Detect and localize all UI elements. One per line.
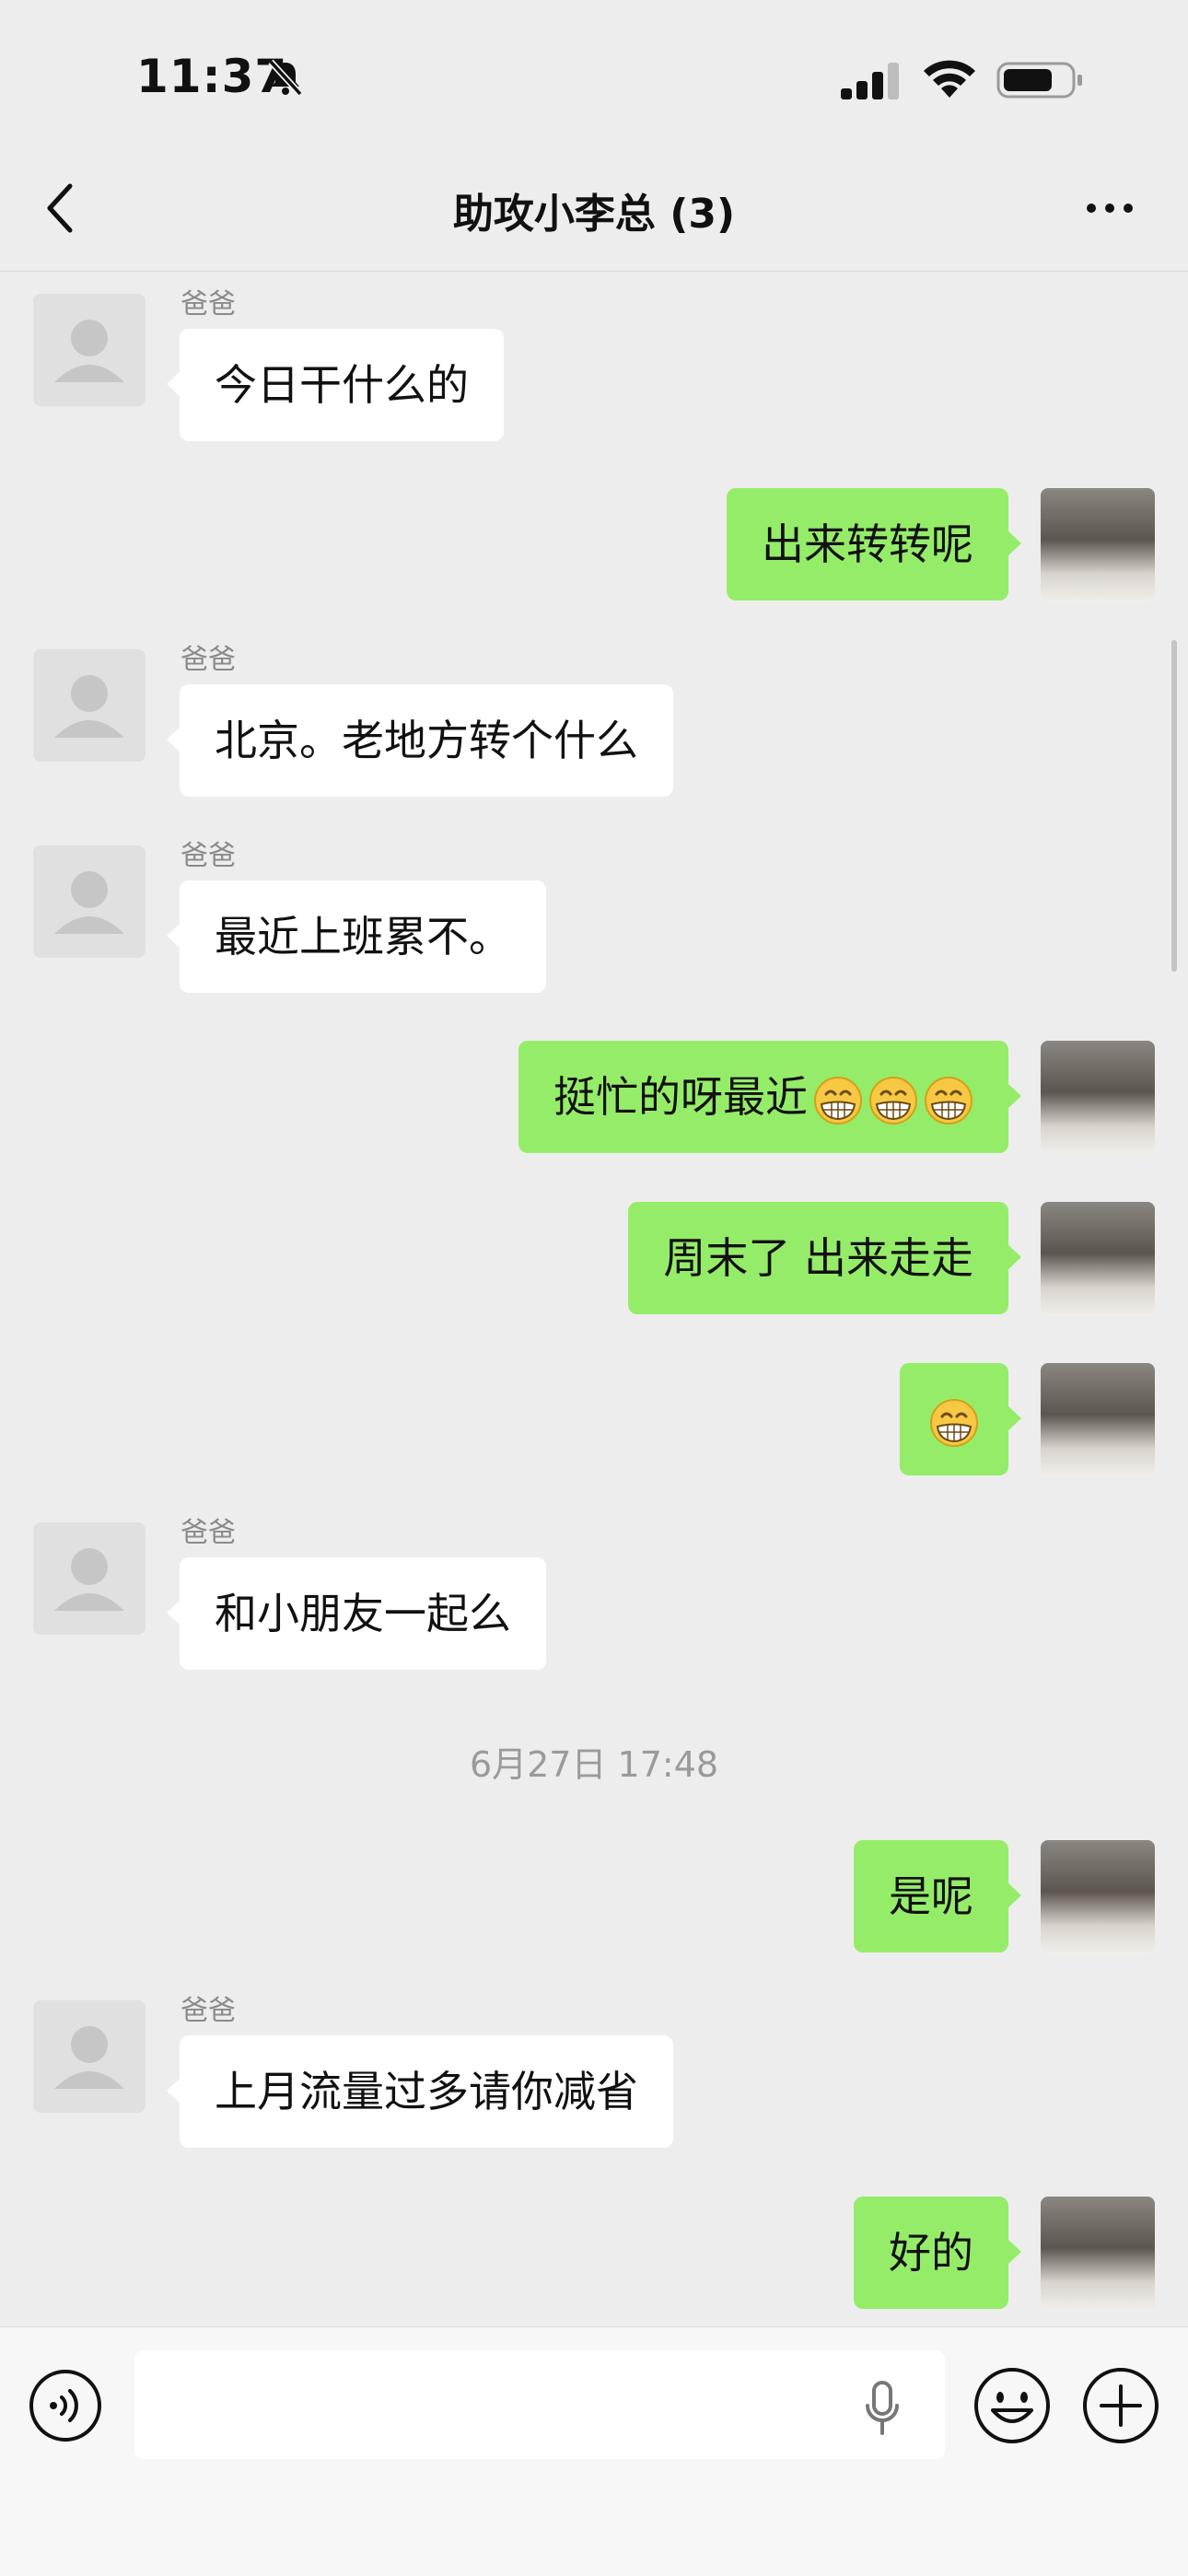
grinning-face-icon — [930, 1398, 978, 1447]
add-icon[interactable] — [1081, 2366, 1160, 2445]
outgoing-message-bubble[interactable]: 挺忙的呀最近 — [518, 1041, 1021, 1153]
bell-muted-icon — [268, 59, 303, 97]
grinning-face-icon — [869, 1076, 917, 1125]
sender-avatar[interactable] — [33, 2000, 146, 2113]
cellular-signal-icon — [841, 63, 899, 99]
outgoing-message-bubble[interactable]: 出来转转呢 — [727, 488, 1021, 600]
message-list[interactable]: 爸爸 今日干什么的 出来转转呢 爸爸 北京。老地方转个什么 爸爸 最近上班累不。… — [0, 272, 1188, 2325]
sender-avatar[interactable] — [33, 845, 146, 958]
chat-title: 助攻小李总 (3) — [452, 191, 736, 238]
voice-input-icon[interactable] — [28, 2368, 103, 2443]
sender-name: 爸爸 — [181, 288, 236, 321]
outgoing-message-bubble[interactable]: 好的 — [854, 2197, 1021, 2309]
more-options-icon[interactable] — [1082, 192, 1137, 225]
sender-name: 爸爸 — [181, 1995, 236, 2027]
emoji-icon[interactable] — [973, 2366, 1052, 2445]
sender-avatar[interactable] — [33, 1522, 146, 1635]
sender-name: 爸爸 — [181, 644, 236, 676]
my-avatar[interactable] — [1041, 488, 1155, 602]
incoming-message-bubble[interactable]: 和小朋友一起么 — [167, 1557, 546, 1670]
incoming-message-bubble[interactable]: 北京。老地方转个什么 — [167, 684, 673, 797]
incoming-message-bubble[interactable]: 上月流量过多请你减省 — [167, 2035, 673, 2148]
outgoing-message-bubble[interactable]: 是呢 — [854, 1840, 1021, 1952]
sender-avatar[interactable] — [33, 649, 146, 762]
status-bar: 11:37 — [0, 0, 1188, 147]
sender-avatar[interactable] — [33, 294, 146, 406]
microphone-icon[interactable] — [864, 2380, 901, 2437]
grinning-face-icon — [925, 1076, 973, 1125]
outgoing-message-bubble[interactable] — [900, 1363, 1021, 1475]
message-timestamp: 6月27日 17:48 — [469, 1744, 719, 1785]
incoming-message-bubble[interactable]: 今日干什么的 — [167, 329, 504, 441]
my-avatar[interactable] — [1041, 2197, 1155, 2311]
incoming-message-bubble[interactable]: 最近上班累不。 — [167, 880, 546, 993]
outgoing-message-bubble[interactable]: 周末了 出来走走 — [628, 1202, 1021, 1314]
my-avatar[interactable] — [1041, 1363, 1155, 1477]
wifi-icon — [924, 60, 975, 98]
sender-name: 爸爸 — [181, 840, 236, 872]
message-input[interactable] — [134, 2350, 945, 2459]
my-avatar[interactable] — [1041, 1202, 1155, 1316]
my-avatar[interactable] — [1041, 1041, 1155, 1155]
scrollbar[interactable] — [1171, 640, 1177, 972]
message-text: 挺忙的呀最近 — [553, 1072, 808, 1122]
my-avatar[interactable] — [1041, 1840, 1155, 1954]
battery-icon — [996, 62, 1082, 99]
grinning-face-icon — [814, 1076, 862, 1125]
sender-name: 爸爸 — [181, 1517, 236, 1549]
